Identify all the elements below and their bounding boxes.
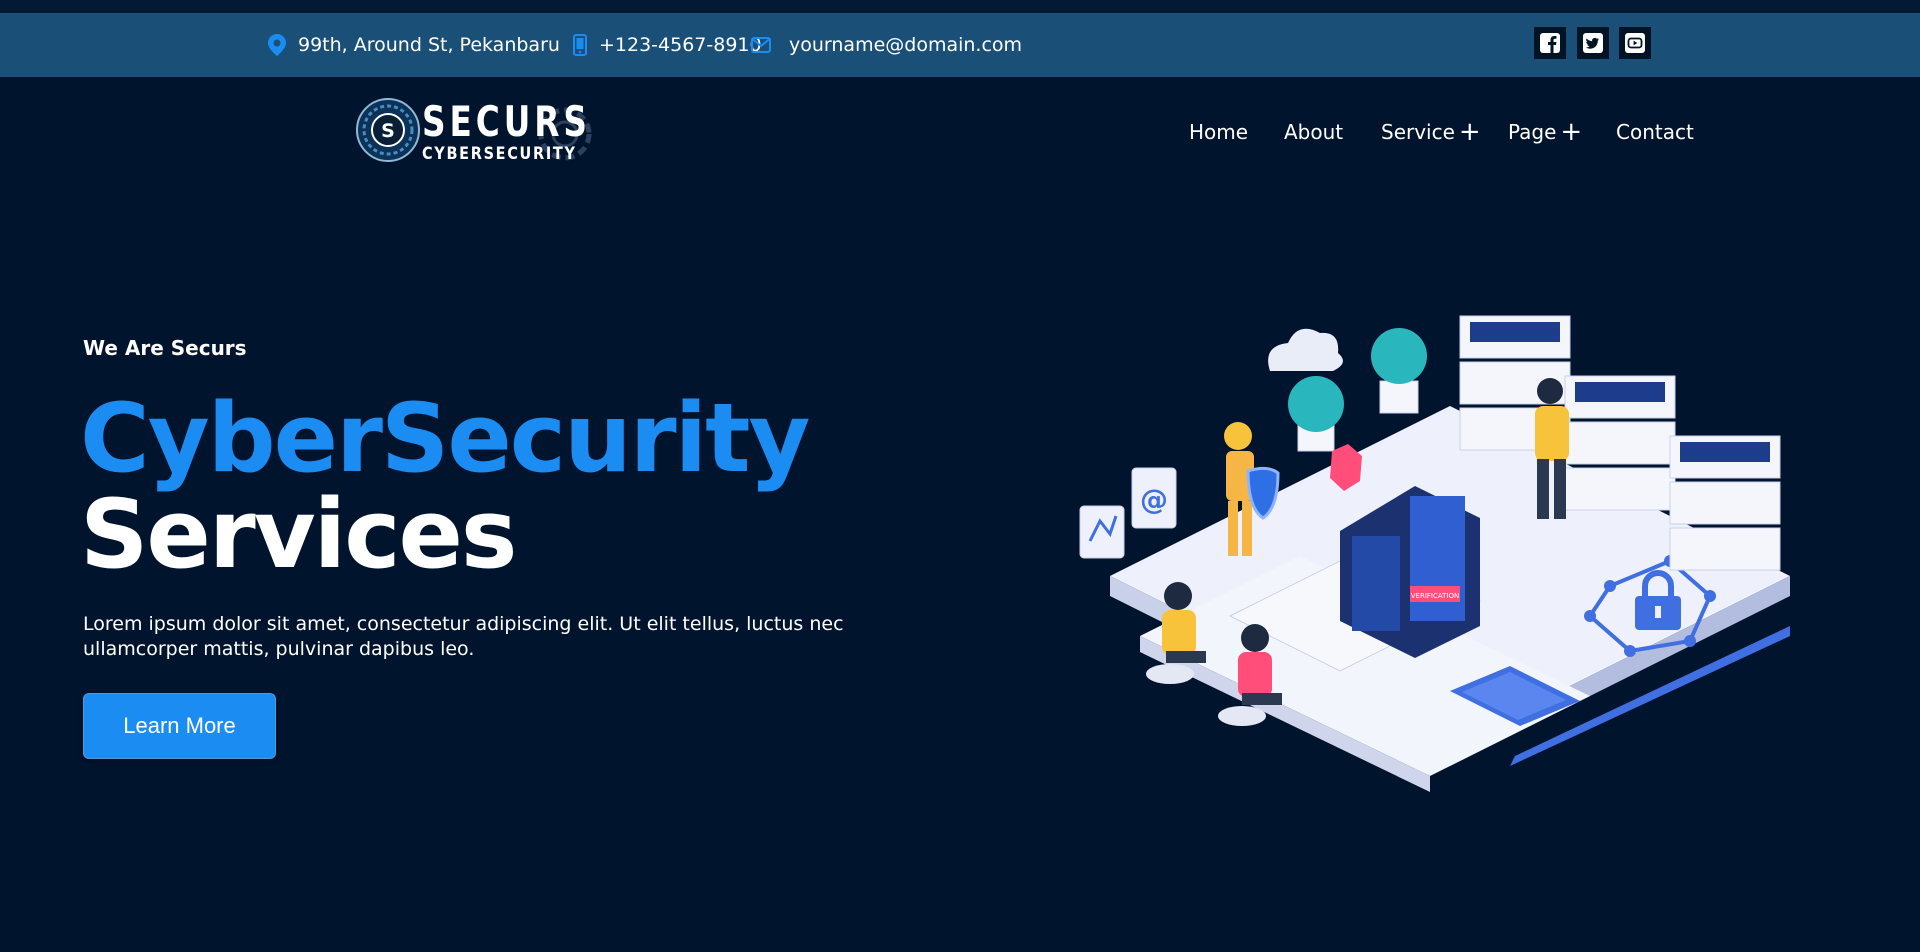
plus-icon: + — [1458, 117, 1481, 147]
twitter-icon — [1583, 33, 1603, 53]
nav-service-label: Service — [1381, 120, 1455, 144]
hero-title-line1: CyberSecurity — [80, 384, 810, 494]
plus-icon: + — [1560, 117, 1583, 147]
contact-topbar: 99th, Around St, Pekanbaru +123-4567-891… — [0, 13, 1920, 77]
hero-title-line2: Services — [80, 480, 517, 590]
globe-plant-right — [1371, 328, 1427, 414]
logo-badge-letter: S — [381, 120, 395, 142]
nav-item-about[interactable]: About — [1284, 110, 1343, 154]
nav-contact-label: Contact — [1616, 120, 1694, 144]
phone-text: +123-4567-8910 — [599, 34, 762, 56]
address-item: 99th, Around St, Pekanbaru — [268, 13, 560, 77]
nav-item-page[interactable]: Page + — [1508, 110, 1582, 154]
nav-item-contact[interactable]: Contact — [1616, 110, 1694, 154]
hero-description: Lorem ipsum dolor sit amet, consectetur … — [83, 613, 844, 660]
site-logo[interactable]: S SECURS CYBERSECURITY — [352, 94, 602, 174]
cybersecurity-illustration: @ VERIFICATION — [1079, 315, 1790, 792]
hero-eyebrow: We Are Securs — [83, 336, 247, 360]
facebook-icon — [1540, 33, 1560, 53]
email-item[interactable]: yourname@domain.com — [751, 13, 1022, 77]
nav-page-label: Page — [1508, 120, 1557, 144]
nav-item-home[interactable]: Home — [1189, 110, 1248, 154]
nav-item-service[interactable]: Service + — [1381, 110, 1481, 154]
twitter-link[interactable] — [1577, 27, 1609, 59]
logo-subtitle: CYBERSECURITY — [422, 144, 577, 164]
map-pin-icon — [268, 34, 286, 56]
envelope-icon — [751, 37, 771, 53]
email-tile: @ — [1131, 467, 1177, 529]
globe-plant-left — [1288, 376, 1344, 452]
logo-title: SECURS — [422, 97, 591, 146]
shield-badge-logo: S — [356, 98, 420, 162]
address-text: 99th, Around St, Pekanbaru — [298, 34, 560, 56]
verification-label: VERIFICATION — [1411, 592, 1459, 600]
youtube-link[interactable] — [1619, 27, 1651, 59]
youtube-icon — [1625, 33, 1645, 53]
email-text: yourname@domain.com — [789, 34, 1023, 56]
cloud-icon — [1268, 328, 1343, 371]
top-strip — [0, 0, 1920, 13]
nav-about-label: About — [1284, 120, 1344, 144]
chart-tile — [1079, 505, 1125, 559]
facebook-link[interactable] — [1534, 27, 1566, 59]
phone-icon — [573, 34, 587, 56]
phone-item[interactable]: +123-4567-8910 — [573, 13, 762, 77]
svg-text:@: @ — [1140, 483, 1168, 516]
learn-more-button[interactable]: Learn More — [83, 693, 276, 759]
nav-home-label: Home — [1189, 120, 1249, 144]
